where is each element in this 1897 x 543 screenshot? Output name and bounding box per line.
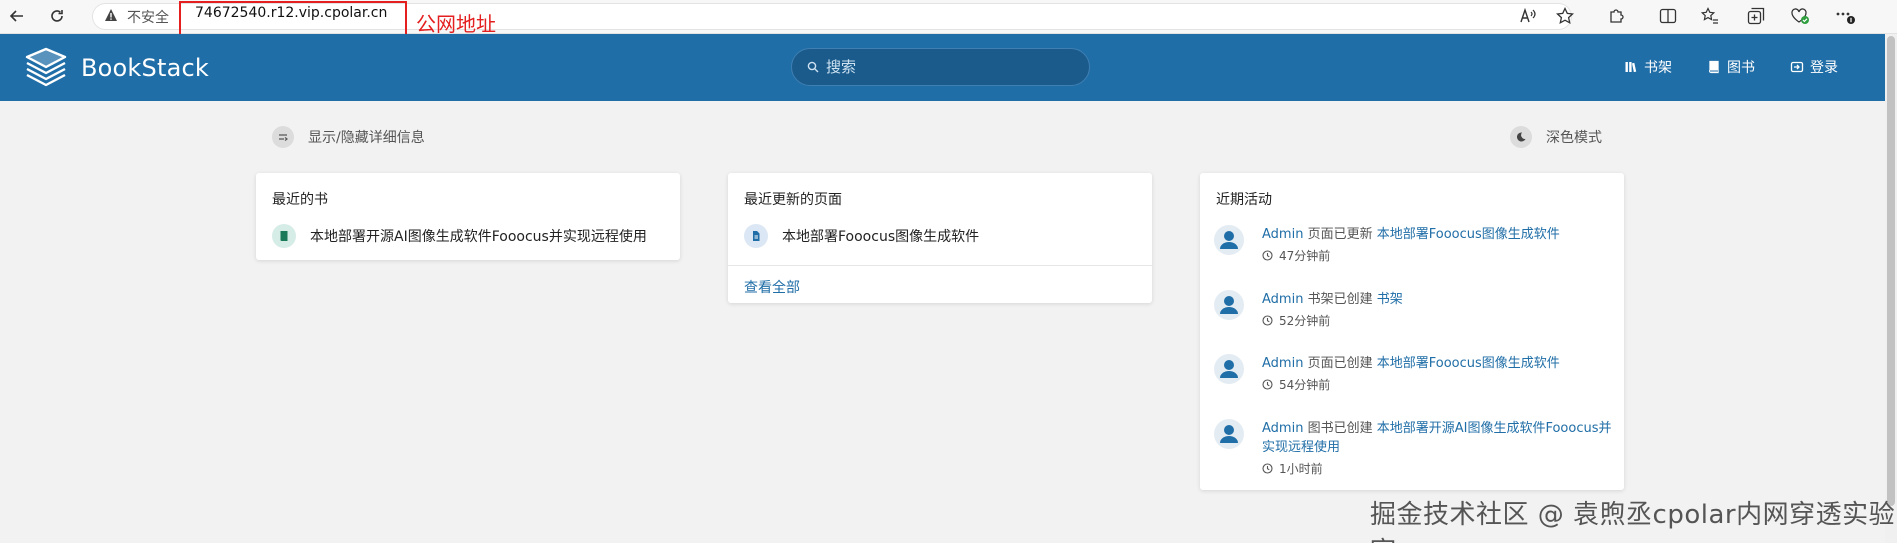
user-avatar-icon (1214, 290, 1244, 320)
read-aloud-button[interactable] (1516, 4, 1540, 28)
dark-mode-toggle[interactable]: 深色模式 (1510, 126, 1602, 148)
recent-book-title: 本地部署开源AI图像生成软件Fooocus并实现远程使用 (310, 229, 647, 245)
app-name[interactable]: BookStack (81, 54, 209, 82)
activity-user[interactable]: Admin (1262, 292, 1303, 307)
recent-books-title: 最近的书 (272, 192, 328, 208)
refresh-icon (51, 10, 63, 22)
books-icon (1708, 60, 1719, 74)
bookstack-logo-icon[interactable] (24, 47, 68, 87)
favorites-button[interactable] (1698, 4, 1722, 28)
split-screen-button[interactable] (1656, 4, 1680, 28)
activity-user[interactable]: Admin (1262, 421, 1303, 436)
activity-target[interactable]: 书架 (1377, 292, 1403, 307)
user-avatar-icon (1214, 354, 1244, 384)
activity-target[interactable]: 本地部署Fooocus图像生成软件 (1377, 227, 1560, 242)
nav-login-label: 登录 (1810, 60, 1838, 76)
favorites-list-icon (1701, 7, 1718, 24)
recent-page-title: 本地部署Fooocus图像生成软件 (782, 229, 980, 245)
shelves-icon (1625, 62, 1637, 73)
activity-user[interactable]: Admin (1262, 227, 1303, 242)
warning-icon (105, 9, 117, 21)
browser-essentials-button[interactable] (1788, 4, 1812, 28)
insecure-label: 不安全 (127, 10, 169, 26)
activity-action: 图书已创建 (1307, 421, 1373, 436)
watermark-text: 掘金技术社区 @ 袁煦丞cpolar内网穿透实验室 (1370, 500, 1896, 543)
card-divider (728, 265, 1152, 266)
activity-user[interactable]: Admin (1262, 356, 1303, 371)
clock-icon (1262, 379, 1273, 390)
activity-time: 1小时前 (1279, 462, 1323, 476)
clock-icon (1262, 315, 1273, 326)
recent-activity-title: 近期活动 (1216, 192, 1272, 208)
recent-book-item[interactable]: 本地部署开源AI图像生成软件Fooocus并实现远程使用 (272, 224, 647, 248)
activity-time: 52分钟前 (1279, 314, 1331, 328)
view-all-link[interactable]: 查看全部 (744, 277, 800, 297)
toggle-details-label: 显示/隐藏详细信息 (308, 130, 425, 146)
nav-shelves-link[interactable]: 书架 (1624, 57, 1672, 77)
toggle-details-button[interactable]: 显示/隐藏详细信息 (272, 126, 425, 148)
activity-action: 页面已更新 (1307, 227, 1373, 242)
nav-books-label: 图书 (1727, 60, 1755, 76)
activity-time: 54分钟前 (1279, 378, 1331, 392)
star-icon (1556, 7, 1574, 25)
collections-icon (1747, 7, 1765, 25)
nav-login-link[interactable]: 登录 (1790, 57, 1838, 77)
favorite-button[interactable] (1553, 4, 1577, 28)
activity-target[interactable]: 本地部署Fooocus图像生成软件 (1377, 356, 1560, 371)
url-annotation-label: 公网地址 (416, 12, 496, 36)
user-avatar-icon (1214, 419, 1244, 449)
heart-shield-icon (1791, 8, 1809, 24)
nav-books-link[interactable]: 图书 (1707, 57, 1755, 77)
back-button[interactable] (4, 3, 30, 29)
dark-mode-label: 深色模式 (1546, 130, 1602, 146)
extensions-button[interactable] (1605, 4, 1629, 28)
clock-icon (1262, 463, 1273, 474)
moon-icon (1510, 126, 1532, 148)
activity-action: 书架已创建 (1307, 292, 1373, 307)
activity-time: 47分钟前 (1279, 249, 1331, 263)
scrollbar-thumb[interactable] (1887, 36, 1895, 506)
activity-action: 页面已创建 (1307, 356, 1373, 371)
expand-toggle-icon (272, 126, 294, 148)
read-aloud-icon (1520, 8, 1536, 23)
reload-button[interactable] (44, 3, 70, 29)
collections-button[interactable] (1744, 4, 1768, 28)
more-options-button[interactable] (1834, 4, 1858, 28)
search-input[interactable] (826, 57, 1076, 77)
recent-page-item[interactable]: 本地部署Fooocus图像生成软件 (744, 224, 979, 248)
nav-shelves-label: 书架 (1644, 60, 1672, 76)
recent-pages-title: 最近更新的页面 (744, 192, 842, 208)
clock-icon (1262, 250, 1273, 261)
more-dots-icon (1836, 12, 1855, 24)
arrow-left-icon (9, 10, 23, 22)
book-icon (272, 224, 296, 248)
user-avatar-icon (1214, 225, 1244, 255)
split-screen-icon (1659, 8, 1677, 24)
page-icon (744, 224, 768, 248)
login-icon (1790, 61, 1804, 73)
search-icon (807, 61, 819, 73)
puzzle-icon (1610, 9, 1624, 23)
